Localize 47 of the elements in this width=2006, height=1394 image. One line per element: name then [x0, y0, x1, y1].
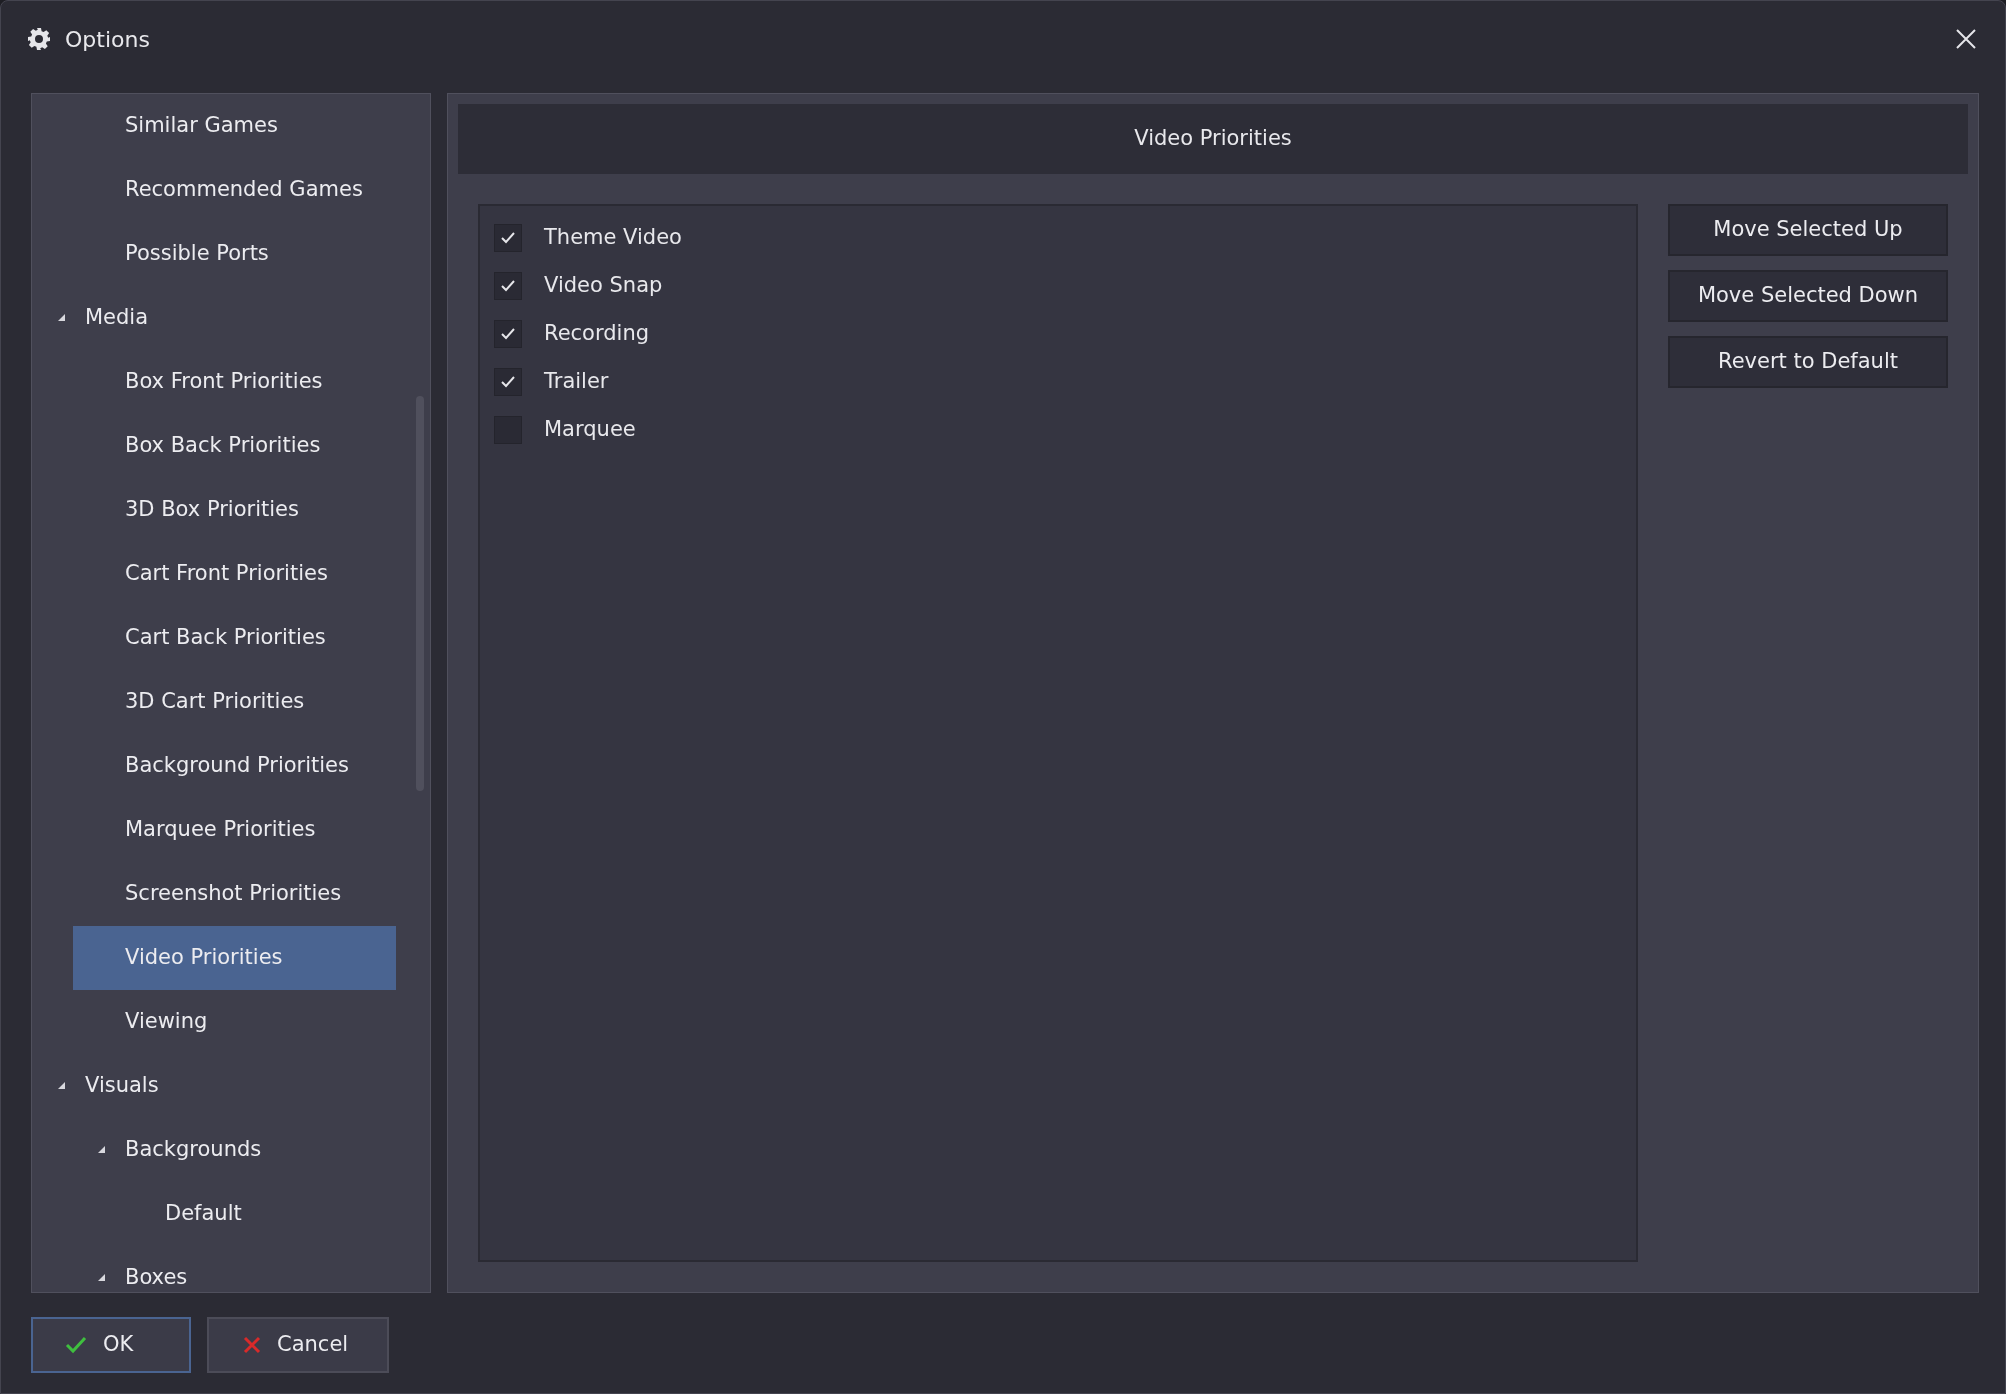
tree-item[interactable]: Cart Front Priorities [125, 542, 342, 606]
expanded-arrow-icon[interactable] [97, 1145, 107, 1155]
checkbox-label: Theme Video [544, 224, 682, 252]
tree-item[interactable]: Screenshot Priorities [125, 862, 356, 926]
tree-item[interactable]: Box Back Priorities [125, 414, 335, 478]
action-button[interactable]: Revert to Default [1668, 336, 1948, 388]
tree-item[interactable]: Recommended Games [125, 158, 377, 222]
checkbox-label: Marquee [544, 416, 636, 444]
tree-item[interactable]: Background Priorities [125, 734, 363, 798]
checkbox[interactable] [494, 224, 522, 252]
tree-item[interactable]: Box Front Priorities [125, 350, 337, 414]
checkbox-label: Trailer [544, 368, 609, 396]
tree-item[interactable]: Video Priorities [73, 926, 396, 990]
tree-item[interactable]: 3D Cart Priorities [125, 670, 319, 734]
close-icon [1955, 28, 1977, 50]
checkbox[interactable] [494, 272, 522, 300]
expanded-arrow-icon[interactable] [57, 1081, 67, 1091]
checkbox[interactable] [494, 320, 522, 348]
check-icon [501, 280, 515, 292]
check-icon [501, 328, 515, 340]
tree-item[interactable]: Similar Games [125, 94, 292, 158]
action-button[interactable]: Move Selected Down [1668, 270, 1948, 322]
tree-item[interactable]: Cart Back Priorities [125, 606, 340, 670]
tree-item[interactable]: Marquee Priorities [125, 798, 330, 862]
tree-item[interactable]: 3D Box Priorities [125, 478, 313, 542]
action-button[interactable]: Move Selected Up [1668, 204, 1948, 256]
tree-item[interactable]: Default [165, 1182, 256, 1246]
expanded-arrow-icon[interactable] [97, 1273, 107, 1283]
checkbox-label: Video Snap [544, 272, 663, 300]
tree-item[interactable]: Viewing [125, 990, 222, 1054]
checkbox[interactable] [494, 368, 522, 396]
tree-item[interactable]: Possible Ports [125, 222, 283, 286]
checkbox-label: Recording [544, 320, 650, 348]
check-icon [501, 376, 515, 388]
tree-item[interactable]: Media [85, 286, 163, 350]
ok-button[interactable]: OK [31, 1317, 191, 1373]
check-icon [65, 1336, 87, 1354]
gear-icon [27, 27, 51, 51]
expanded-arrow-icon[interactable] [57, 313, 67, 323]
tree-item[interactable]: Visuals [85, 1054, 173, 1118]
cancel-button[interactable]: Cancel [207, 1317, 389, 1373]
check-icon [501, 232, 515, 244]
window-title: Options [65, 25, 150, 54]
tree-item[interactable]: Boxes [125, 1246, 202, 1292]
cross-icon [243, 1336, 261, 1354]
panel-header: Video Priorities [458, 104, 1968, 174]
tree-item[interactable]: Backgrounds [125, 1118, 276, 1182]
